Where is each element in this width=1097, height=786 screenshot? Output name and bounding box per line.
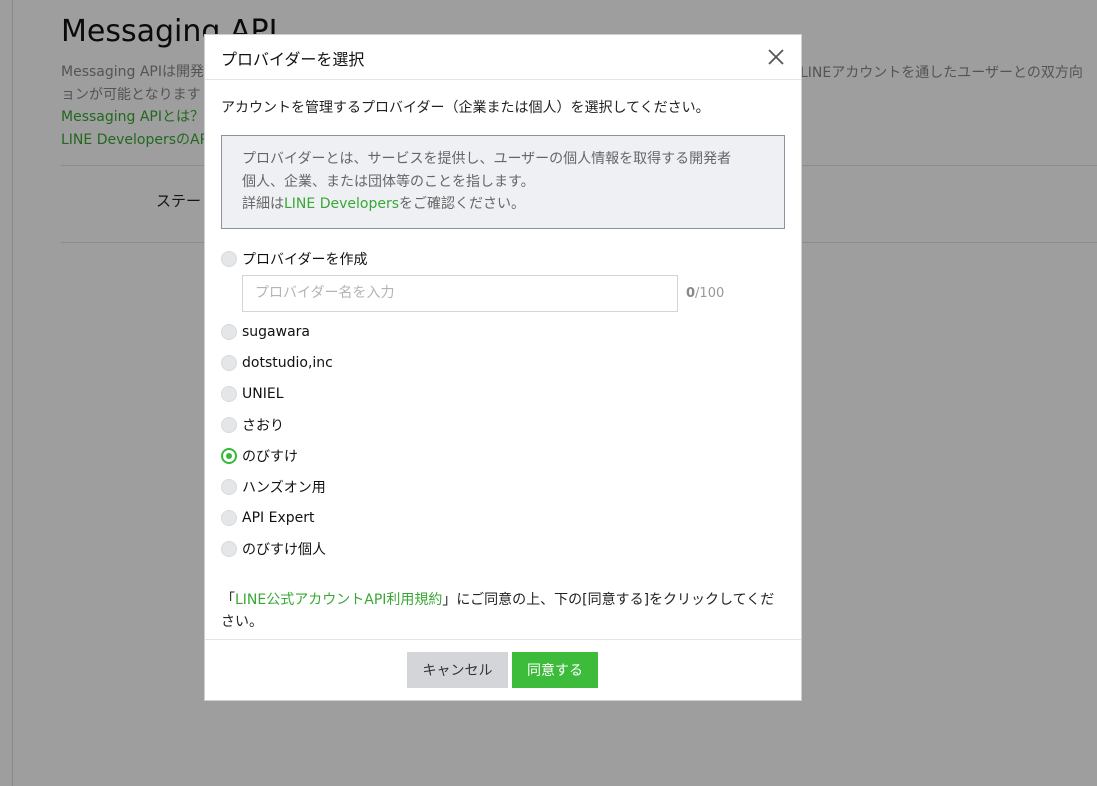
create-provider-radio[interactable]	[221, 250, 237, 267]
agree-button[interactable]: 同意する	[512, 652, 598, 688]
select-provider-dialog: プロバイダーを選択 アカウントを管理するプロバイダー（企業または個人）を選択して…	[204, 34, 802, 701]
provider-radio[interactable]	[221, 323, 237, 340]
char-counter: 0/100	[686, 286, 724, 301]
provider-label: ハンズオン用	[242, 479, 326, 496]
provider-option[interactable]: sugawara	[221, 316, 785, 347]
info-line-3: 詳細はLINE Developersをご確認ください。	[242, 193, 764, 216]
close-icon	[768, 49, 784, 65]
provider-radio[interactable]	[221, 478, 237, 495]
provider-option[interactable]: のびすけ個人	[221, 533, 785, 564]
info-line-3-suffix: をご確認ください。	[399, 196, 525, 212]
provider-label: API Expert	[242, 509, 315, 526]
provider-option[interactable]: dotstudio,inc	[221, 347, 785, 378]
dialog-title: プロバイダーを選択	[221, 50, 365, 69]
dialog-footer: キャンセル 同意する	[205, 639, 801, 700]
provider-name-input[interactable]	[242, 274, 678, 312]
terms-link[interactable]: LINE公式アカウントAPI利用規約	[235, 592, 442, 608]
provider-label: のびすけ	[242, 448, 298, 465]
provider-label: UNIEL	[242, 385, 284, 402]
char-counter-current: 0	[686, 285, 696, 301]
dialog-body: アカウントを管理するプロバイダー（企業または個人）を選択してください。 プロバイ…	[221, 81, 785, 633]
line-developers-info-link[interactable]: LINE Developers	[284, 196, 399, 212]
provider-label: dotstudio,inc	[242, 354, 333, 371]
provider-label: のびすけ個人	[242, 541, 326, 558]
char-counter-max: /100	[695, 285, 725, 301]
provider-option[interactable]: API Expert	[221, 502, 785, 533]
dialog-header: プロバイダーを選択	[205, 35, 801, 80]
agreement-open: 「	[221, 592, 235, 608]
provider-option[interactable]: さおり	[221, 409, 785, 440]
info-line-3-prefix: 詳細は	[242, 196, 284, 212]
provider-option[interactable]: ハンズオン用	[221, 471, 785, 502]
provider-radio[interactable]	[221, 354, 237, 371]
close-button[interactable]	[765, 46, 787, 68]
provider-radio-selected[interactable]	[221, 447, 237, 464]
dialog-intro: アカウントを管理するプロバイダー（企業または個人）を選択してください。	[221, 100, 710, 116]
provider-label: sugawara	[242, 323, 310, 340]
info-line-2: 個人、企業、または団体等のことを指します。	[242, 173, 535, 190]
provider-option[interactable]: UNIEL	[221, 378, 785, 409]
provider-option[interactable]: のびすけ	[221, 440, 785, 471]
create-provider-label: プロバイダーを作成	[242, 251, 368, 268]
provider-radio[interactable]	[221, 385, 237, 402]
provider-info-box: プロバイダーとは、サービスを提供し、ユーザーの個人情報を取得する開発者 個人、企…	[221, 135, 785, 229]
info-line-1: プロバイダーとは、サービスを提供し、ユーザーの個人情報を取得する開発者	[242, 151, 732, 167]
provider-label: さおり	[242, 417, 284, 434]
cancel-button[interactable]: キャンセル	[407, 652, 508, 688]
provider-radio[interactable]	[221, 416, 237, 433]
provider-options: プロバイダーを作成 0/100 sugawara dotstudio,inc U…	[221, 243, 785, 564]
provider-radio[interactable]	[221, 509, 237, 526]
create-provider-row: 0/100	[242, 274, 785, 312]
provider-radio[interactable]	[221, 540, 237, 557]
create-provider-option[interactable]: プロバイダーを作成	[221, 243, 785, 274]
terms-agreement-text: 「LINE公式アカウントAPI利用規約」にご同意の上、下の[同意する]をクリック…	[221, 590, 787, 633]
